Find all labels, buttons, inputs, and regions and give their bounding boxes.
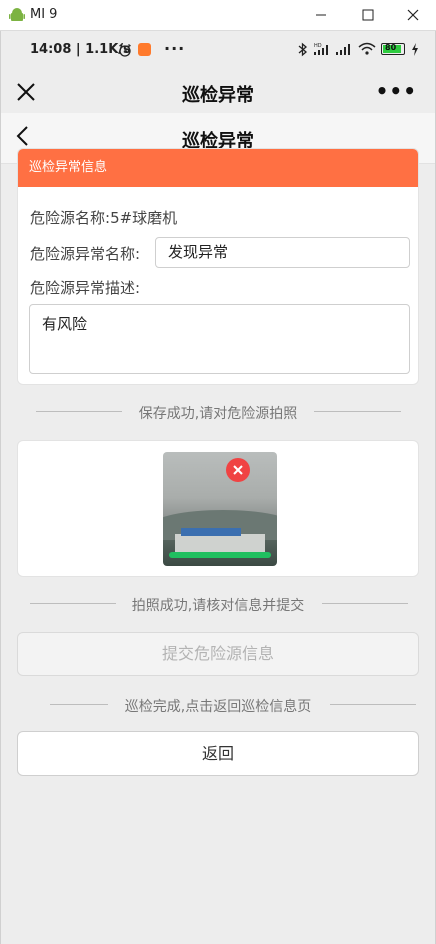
wechat-title: 巡检异常 bbox=[182, 85, 254, 106]
close-icon bbox=[407, 9, 419, 21]
divider-line bbox=[322, 603, 408, 604]
signal-icon bbox=[336, 44, 350, 55]
wifi-icon bbox=[358, 42, 376, 55]
abnormal-desc-textarea[interactable]: 有风险 bbox=[29, 304, 410, 374]
status-time: 14:08 | 1.1K/s bbox=[30, 42, 131, 57]
divider-line bbox=[330, 704, 416, 705]
photo-card bbox=[17, 440, 419, 577]
charging-icon bbox=[412, 43, 418, 56]
hd-signal-icon: HD bbox=[314, 43, 328, 55]
maximize-icon bbox=[362, 9, 374, 21]
minimize-button[interactable] bbox=[298, 0, 344, 30]
abnormal-info-card: 巡检异常信息 危险源名称:5#球磨机 危险源异常名称: 发现异常 危险源异常描述… bbox=[17, 148, 419, 385]
photo-success-message: 拍照成功,请核对信息并提交 bbox=[131, 598, 305, 614]
window-titlebar: MI 9 bbox=[0, 0, 436, 31]
wechat-nav-bar: 巡检异常 ••• bbox=[1, 69, 435, 117]
save-success-message: 保存成功,请对危险源拍照 bbox=[138, 406, 298, 422]
alarm-icon bbox=[119, 43, 131, 57]
card-header: 巡检异常信息 bbox=[18, 149, 418, 187]
battery-icon: 80 bbox=[381, 43, 405, 55]
divider-line bbox=[314, 411, 401, 412]
delete-photo-button[interactable] bbox=[226, 458, 250, 482]
upload-progress-bar bbox=[169, 552, 271, 558]
more-options-button[interactable]: ••• bbox=[376, 79, 417, 103]
minimize-icon bbox=[316, 14, 326, 16]
bluetooth-icon bbox=[298, 42, 307, 57]
abnormal-name-label: 危险源异常名称: bbox=[30, 245, 141, 263]
inspection-done-message: 巡检完成,点击返回巡检信息页 bbox=[124, 699, 312, 715]
android-icon bbox=[9, 8, 25, 21]
hazard-photo[interactable] bbox=[163, 452, 277, 566]
hazard-name-label: 危险源名称:5#球磨机 bbox=[30, 209, 178, 227]
return-button[interactable]: 返回 bbox=[17, 731, 419, 776]
hazard-name-value: 5#球磨机 bbox=[110, 209, 178, 227]
submit-hazard-button[interactable]: 提交危险源信息 bbox=[17, 632, 419, 676]
abnormal-desc-label: 危险源异常描述: bbox=[30, 279, 141, 297]
status-bar: 14:08 | 1.1K/s ··· HD 80 bbox=[1, 31, 435, 69]
battery-level: 80 bbox=[385, 43, 397, 52]
svg-text:HD: HD bbox=[314, 43, 322, 49]
maximize-button[interactable] bbox=[345, 0, 391, 30]
close-icon bbox=[233, 465, 243, 475]
more-notifications-icon: ··· bbox=[164, 39, 186, 58]
abnormal-name-input[interactable]: 发现异常 bbox=[155, 237, 410, 268]
close-window-button[interactable] bbox=[390, 0, 436, 30]
window-title: MI 9 bbox=[30, 7, 58, 22]
app-notification-icon bbox=[138, 43, 151, 56]
